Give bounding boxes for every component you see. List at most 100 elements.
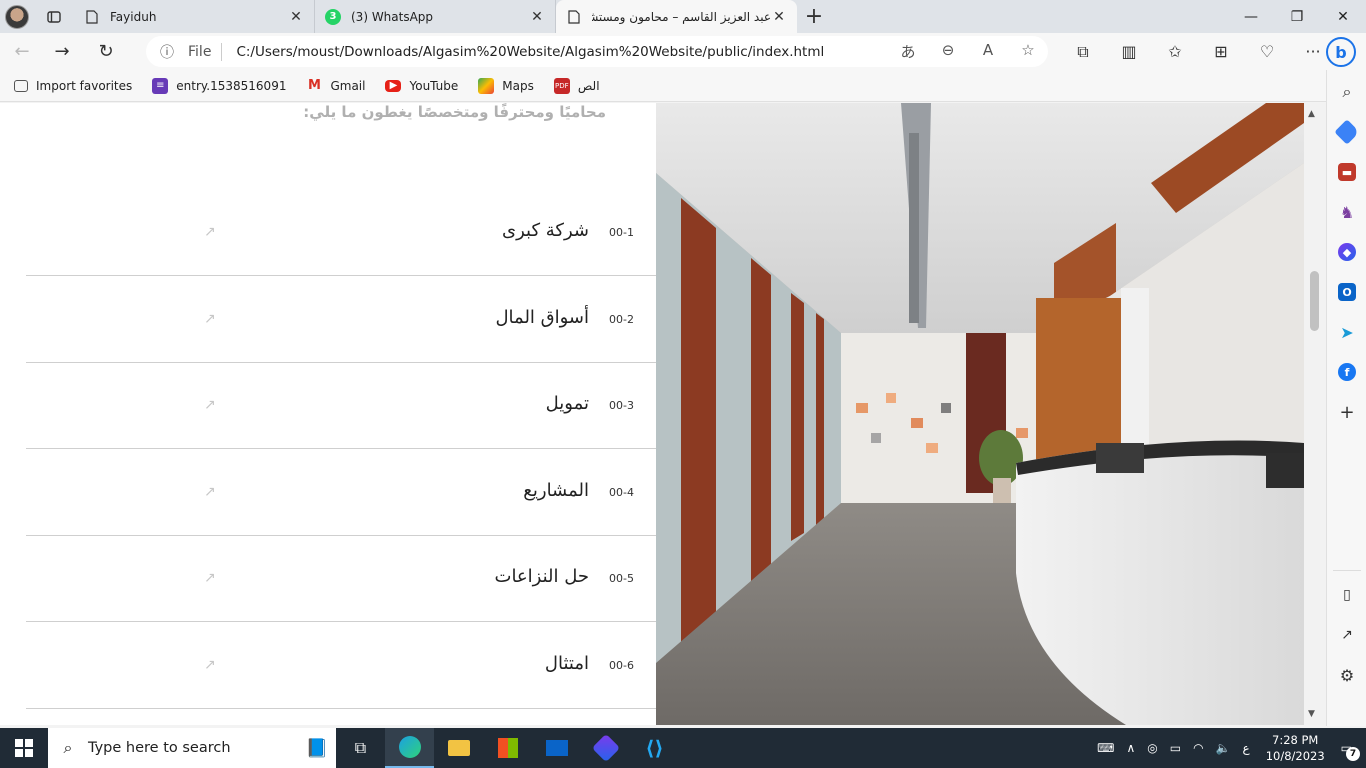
favorite-label: Gmail: [330, 78, 366, 93]
favorites-icon[interactable]: ✩: [1152, 42, 1198, 61]
forward-button[interactable]: →: [40, 33, 84, 70]
info-icon[interactable]: ⓘ: [160, 42, 188, 62]
scroll-down-icon[interactable]: ▼: [1308, 709, 1315, 719]
sidebar-settings-icon[interactable]: ⚙: [1327, 655, 1366, 695]
scrollbar-thumb[interactable]: [1310, 271, 1319, 331]
favorite-entry[interactable]: ≡ entry.1538516091: [152, 77, 286, 94]
favorite-youtube[interactable]: ▶ YouTube: [385, 79, 458, 93]
close-icon[interactable]: ✕: [288, 9, 304, 25]
vscode-icon[interactable]: ⟨⟩: [630, 728, 679, 768]
meet-icon[interactable]: ◎: [1147, 741, 1157, 755]
close-window-button[interactable]: ✕: [1320, 0, 1366, 33]
sidebar-search-icon[interactable]: ⌕: [1327, 72, 1366, 112]
file-explorer-icon[interactable]: [434, 728, 483, 768]
service-row[interactable]: 00-2 أسواق المال ↗: [26, 277, 656, 363]
service-number: 00-3: [609, 399, 634, 412]
window-controls: — ❐ ✕: [1228, 0, 1366, 33]
avatar: [5, 4, 29, 29]
collections-icon[interactable]: ⊞: [1198, 42, 1244, 61]
tab-title: (3) WhatsApp: [351, 9, 434, 24]
service-row[interactable]: 00-6 امتثال ↗: [26, 623, 656, 709]
clock-time: 7:28 PM: [1272, 733, 1319, 747]
tab-actions-button[interactable]: [34, 0, 74, 33]
favorite-import[interactable]: Import favorites: [14, 79, 132, 93]
close-icon[interactable]: ✕: [529, 9, 545, 25]
back-arrow-icon: ←: [14, 41, 30, 62]
chevron-up-icon[interactable]: ∧: [1126, 741, 1135, 755]
sidebar-send-icon[interactable]: ➤: [1327, 312, 1366, 352]
service-row[interactable]: 00-5 حل النزاعات ↗: [26, 536, 656, 622]
service-title: المشاريع: [523, 480, 589, 501]
sidebar-external-icon[interactable]: ↗: [1327, 615, 1366, 655]
notifications-icon[interactable]: ▭ 7: [1341, 741, 1360, 761]
tab-fayiduh[interactable]: Fayiduh ✕: [74, 0, 315, 33]
service-title: تمويل: [545, 393, 589, 414]
service-row[interactable]: 00-3 تمويل ↗: [26, 363, 656, 449]
battery-icon[interactable]: ▭: [1170, 741, 1181, 755]
favorite-maps[interactable]: Maps: [478, 77, 534, 94]
page-scrollbar[interactable]: ▲ ▼: [1304, 103, 1326, 725]
refresh-button[interactable]: ↻: [84, 33, 128, 70]
favorite-gmail[interactable]: M Gmail: [306, 78, 365, 94]
address-bar[interactable]: ⓘ File C:/Users/moust/Downloads/Algasim%…: [146, 36, 1048, 67]
sidebar-shopping-icon[interactable]: [1327, 112, 1366, 152]
favorites-bar: Import favorites ≡ entry.1538516091 M Gm…: [0, 70, 1326, 102]
sidebar-facebook-icon[interactable]: f: [1327, 352, 1366, 392]
tab-whatsapp[interactable]: 3 (3) WhatsApp ✕: [315, 0, 556, 33]
pdf-icon: PDF: [553, 77, 570, 94]
favorite-pdf[interactable]: PDF الص: [553, 77, 600, 94]
copilot-icon[interactable]: b: [1326, 37, 1356, 67]
sidebar-tools-icon[interactable]: ▬: [1327, 152, 1366, 192]
profile-button[interactable]: [0, 0, 34, 33]
extensions-icon[interactable]: ⧉: [1060, 42, 1106, 62]
plus-icon: +: [804, 4, 824, 29]
service-row[interactable]: 00-1 شركة كبرى ↗: [26, 190, 656, 276]
arrow-up-right-icon: ↗: [204, 397, 216, 413]
sidebar-copilot-icon[interactable]: ◆: [1327, 232, 1366, 272]
close-icon[interactable]: ✕: [771, 9, 787, 25]
address-toolbar: ← → ↻ ⓘ File C:/Users/moust/Downloads/Al…: [0, 33, 1366, 70]
gmail-icon: M: [308, 78, 321, 93]
start-button[interactable]: [0, 728, 48, 768]
taskbar-search[interactable]: ⌕ Type here to search 📘: [48, 728, 336, 768]
office-photo: [656, 103, 1304, 725]
back-button[interactable]: ←: [0, 33, 44, 70]
zoom-out-icon[interactable]: ⊖: [928, 41, 968, 62]
whatsapp-badge: 3: [325, 8, 341, 25]
read-aloud-icon[interactable]: A: [968, 41, 1008, 62]
tab-algasim[interactable]: عبد العزيز القاسم – محامون ومستشار ✕: [556, 0, 797, 33]
url-text[interactable]: C:/Users/moust/Downloads/Algasim%20Websi…: [236, 44, 888, 60]
store-icon[interactable]: [483, 728, 532, 768]
language-indicator[interactable]: ع: [1243, 741, 1250, 755]
minimize-button[interactable]: —: [1228, 0, 1274, 33]
service-row[interactable]: 00-4 المشاريع ↗: [26, 450, 656, 536]
sidebar-panel-icon[interactable]: ▯: [1327, 575, 1366, 615]
favorite-star-icon[interactable]: ☆: [1008, 41, 1048, 62]
tab-title: عبد العزيز القاسم – محامون ومستشار: [592, 9, 771, 24]
new-tab-button[interactable]: +: [797, 0, 831, 33]
split-screen-icon[interactable]: ▥: [1106, 42, 1152, 61]
volume-icon[interactable]: 🔈: [1216, 741, 1231, 755]
sidebar-add-icon[interactable]: +: [1327, 392, 1366, 432]
sidebar-outlook-icon[interactable]: O: [1327, 272, 1366, 312]
performance-icon[interactable]: ♡: [1244, 42, 1290, 61]
restore-button[interactable]: ❐: [1274, 0, 1320, 33]
search-icon: ⌕: [63, 738, 73, 757]
task-view-icon[interactable]: ⧉: [336, 728, 385, 768]
refresh-icon: ↻: [98, 41, 114, 62]
keyboard-icon[interactable]: ⌨: [1097, 741, 1114, 755]
edge-taskbar-icon[interactable]: [385, 728, 434, 768]
scheme-label: File: [188, 43, 212, 60]
favorite-label: YouTube: [409, 78, 459, 93]
translate-icon[interactable]: あ: [888, 41, 928, 62]
divider: [221, 42, 223, 61]
copilot-taskbar-icon[interactable]: [581, 728, 630, 768]
wifi-icon[interactable]: ◠: [1193, 741, 1203, 755]
clock[interactable]: 7:28 PM 10/8/2023: [1266, 732, 1325, 764]
whatsapp-icon: 3: [325, 8, 341, 25]
service-title: حل النزاعات: [494, 566, 590, 587]
scroll-up-icon[interactable]: ▲: [1308, 109, 1315, 119]
mail-icon[interactable]: [532, 728, 581, 768]
form-icon: ≡: [152, 77, 169, 94]
sidebar-games-icon[interactable]: ♞: [1327, 192, 1366, 232]
